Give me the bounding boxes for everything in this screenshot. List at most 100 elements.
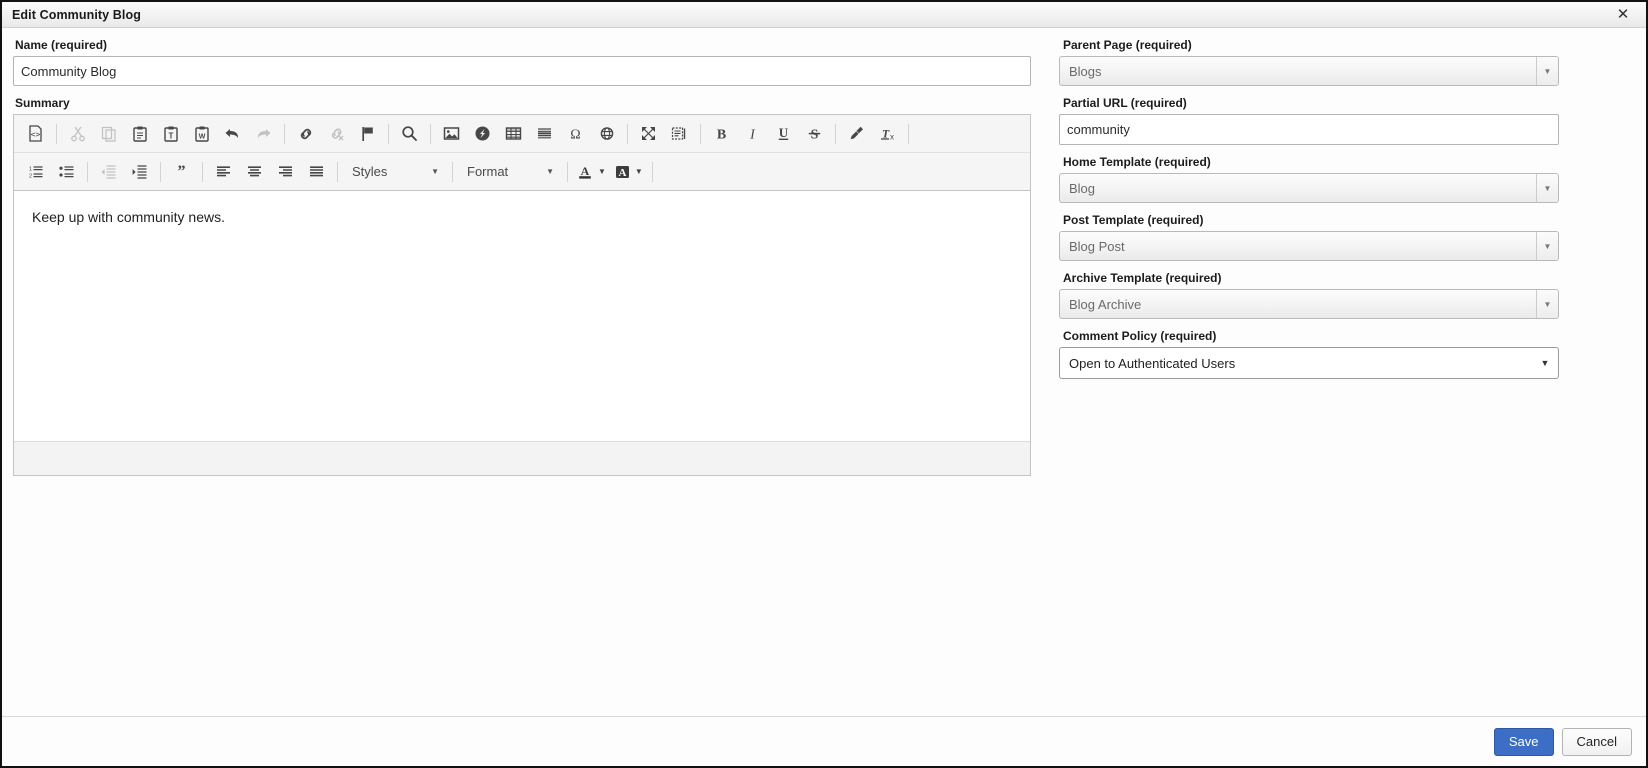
paste-as-text-icon[interactable]: T (156, 121, 185, 147)
svg-text:U: U (779, 125, 789, 140)
chevron-down-icon: ▼ (1536, 290, 1558, 318)
svg-text:A: A (618, 167, 626, 179)
chevron-down-icon: ▼ (1536, 174, 1558, 202)
comment-policy-select[interactable]: Open to Authenticated Users ▼ (1059, 347, 1559, 379)
toolbar-separator (835, 123, 836, 144)
svg-text:W: W (198, 133, 205, 140)
paste-from-word-icon[interactable]: W (187, 121, 216, 147)
chevron-down-icon: ▼ (598, 167, 606, 176)
partial-url-label: Partial URL (required) (1063, 96, 1187, 110)
chevron-down-icon: ▼ (1536, 232, 1558, 260)
svg-text:2: 2 (29, 173, 32, 179)
italic-icon[interactable]: I (738, 121, 767, 147)
styles-dropdown-value: Styles (352, 164, 388, 179)
show-blocks-icon[interactable] (665, 121, 694, 147)
svg-text:Ω: Ω (570, 128, 580, 143)
flash-icon[interactable] (468, 121, 497, 147)
bulleted-list-icon[interactable] (52, 159, 81, 185)
copy-formatting-brush-icon[interactable] (842, 121, 871, 147)
svg-text:T: T (168, 131, 173, 140)
styles-dropdown[interactable]: Styles ▼ (345, 159, 445, 185)
numbered-list-icon[interactable]: 12 (21, 159, 50, 185)
decrease-indent-icon[interactable] (94, 159, 123, 185)
find-icon[interactable] (395, 121, 424, 147)
edit-community-blog-dialog: Edit Community Blog ✕ Name (required) Su… (0, 0, 1648, 768)
background-color-button[interactable]: A ▼ (611, 159, 646, 185)
copy-icon[interactable] (94, 121, 123, 147)
toolbar-separator (87, 161, 88, 182)
chevron-down-icon: ▼ (431, 167, 439, 176)
post-template-value: Blog Post (1069, 238, 1125, 254)
toolbar-separator (651, 161, 653, 182)
editor-status-bar (14, 441, 1030, 475)
svg-text:A: A (581, 164, 590, 178)
home-template-label: Home Template (required) (1063, 155, 1211, 169)
svg-text:B: B (717, 127, 726, 142)
home-template-select[interactable]: Blog ▼ (1059, 173, 1559, 203)
svg-text:S: S (811, 127, 819, 142)
save-button[interactable]: Save (1493, 727, 1554, 756)
parent-page-select[interactable]: Blogs ▼ (1059, 56, 1559, 86)
toolbar-separator (56, 123, 57, 144)
comment-policy-label: Comment Policy (required) (1063, 329, 1217, 343)
post-template-select[interactable]: Blog Post ▼ (1059, 231, 1559, 261)
home-template-value: Blog (1069, 180, 1096, 196)
toolbar-separator (160, 161, 161, 182)
name-field-block: Name (required) (13, 38, 1031, 86)
maximize-icon[interactable] (634, 121, 663, 147)
link-icon[interactable] (291, 121, 320, 147)
close-icon[interactable]: ✕ (1600, 2, 1646, 27)
underline-icon[interactable]: U (769, 121, 798, 147)
dialog-title: Edit Community Blog (12, 7, 141, 22)
toolbar-separator (337, 161, 338, 182)
cut-icon[interactable] (63, 121, 92, 147)
archive-template-value: Blog Archive (1069, 296, 1142, 312)
justify-icon[interactable] (302, 159, 331, 185)
chevron-down-icon: ▼ (1540, 358, 1550, 368)
toolbar-separator (284, 123, 285, 144)
toolbar-separator (627, 123, 628, 144)
toolbar-separator (388, 123, 389, 144)
remove-format-icon[interactable]: Tx (873, 121, 902, 147)
horizontal-rule-icon[interactable] (530, 121, 559, 147)
special-character-icon[interactable]: Ω (561, 121, 590, 147)
archive-template-select[interactable]: Blog Archive ▼ (1059, 289, 1559, 319)
image-icon[interactable] (437, 121, 466, 147)
summary-editor-content[interactable]: Keep up with community news. (14, 191, 1030, 441)
align-center-icon[interactable] (240, 159, 269, 185)
toolbar-separator (430, 123, 431, 144)
partial-url-input[interactable] (1059, 114, 1559, 145)
source-icon[interactable]: <> (21, 121, 50, 147)
archive-template-label: Archive Template (required) (1063, 271, 1222, 285)
summary-rich-text-editor: <> T W Ω B I U S T x 1 2 ” Styles ▼ Form… (13, 114, 1031, 476)
increase-indent-icon[interactable] (125, 159, 154, 185)
name-input[interactable] (13, 56, 1031, 86)
strikethrough-icon[interactable]: S (800, 121, 829, 147)
paste-icon[interactable] (125, 121, 154, 147)
svg-text:1: 1 (29, 166, 32, 172)
cancel-button[interactable]: Cancel (1561, 727, 1632, 756)
summary-label: Summary (15, 96, 70, 110)
unlink-icon[interactable] (322, 121, 351, 147)
iframe-globe-icon[interactable] (592, 121, 621, 147)
text-color-button[interactable]: A ▼ (574, 159, 609, 185)
left-column: Name (required) Summary <> (13, 38, 1031, 476)
align-right-icon[interactable] (271, 159, 300, 185)
partial-url-field-block: Partial URL (required) (1059, 96, 1559, 145)
parent-page-field-block: Parent Page (required) Blogs ▼ (1059, 38, 1559, 86)
svg-text:I: I (749, 127, 756, 142)
align-left-icon[interactable] (209, 159, 238, 185)
anchor-flag-icon[interactable] (353, 121, 382, 147)
table-icon[interactable] (499, 121, 528, 147)
blockquote-icon[interactable]: ” (167, 159, 196, 185)
chevron-down-icon: ▼ (1536, 57, 1558, 85)
redo-icon[interactable] (249, 121, 278, 147)
bold-icon[interactable]: B (707, 121, 736, 147)
format-dropdown-value: Format (467, 164, 509, 179)
undo-icon[interactable] (218, 121, 247, 147)
toolbar-separator (202, 161, 203, 182)
toolbar-separator (908, 123, 909, 144)
svg-text:<>: <> (31, 130, 41, 139)
toolbar-separator (452, 161, 453, 182)
format-dropdown[interactable]: Format ▼ (460, 159, 560, 185)
